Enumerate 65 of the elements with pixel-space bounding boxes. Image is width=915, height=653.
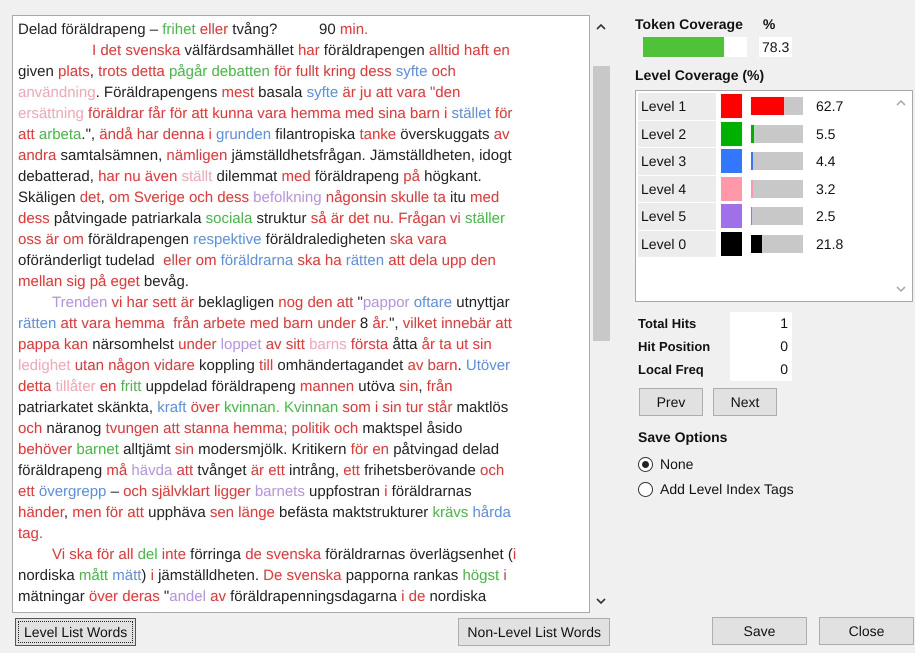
scroll-thumb[interactable] (592, 66, 610, 341)
text-line: och näranog tvungen att stanna hemma; politik och maktspel åsido (18, 419, 462, 439)
text-line: föräldrapeng må hävda att tvånget är ett intrång, ett frihetsberövande och (18, 461, 504, 481)
text-line: pappa kan närsomhelst under loppet av sitt barns första åtta år ta ut sin (18, 335, 492, 355)
token-coverage-value: 78.3 (759, 37, 792, 57)
level-value: 62.7 (816, 98, 844, 114)
level-coverage-title: Level Coverage (%) (635, 67, 764, 83)
dialog-button[interactable]: Save (712, 617, 807, 645)
text-line: I det svenska välfärdsamhället har föräldrapengen alltid haft en (91, 41, 510, 61)
text-line: rätten att vara hemma från arbete med barn under 8 år.", vilket innebär att (18, 314, 512, 334)
stat-label: Total Hits (638, 315, 698, 333)
token-coverage-title: Token Coverage (635, 16, 743, 32)
text-line: tag. (18, 524, 44, 544)
level-label: Level 3 (638, 148, 716, 174)
text-line: mätningar över deras "andel av föräldrapenningsdagarna i de nordiska (18, 587, 486, 607)
level-value: 5.5 (816, 126, 836, 142)
level-value: 3.2 (816, 180, 836, 197)
text-line: given plats, trots detta pågår debatten för fullt kring dess syfte och (18, 62, 456, 82)
radio-button[interactable] (638, 456, 653, 472)
save-option[interactable]: Add Level Index Tags (638, 481, 915, 497)
text-line: ersättning föräldrar får för att kunna vara hemma med sina barn i stället för (18, 104, 512, 124)
text-line: Skäligen det, om Sverige och dess befolkning någonsin skulle ta itu med (18, 188, 500, 208)
dialog-button[interactable]: Close (819, 617, 914, 645)
text-line: detta tillåter en fritt uppdelad föräldrapeng mannen utöva sin, från (18, 377, 453, 397)
text-line: andra samtalsämnen, nämligen jämställdhetsfrågan. Jämställdheten, idogt (18, 146, 512, 166)
text-line: patriarkatet skänkta, kraft över kvinnan. Kvinnan som i sin tur står maktlös (18, 398, 508, 418)
list-words-button[interactable]: Non-Level List Words (458, 618, 610, 646)
text-line: mellan sig på eget bevåg. (18, 272, 189, 292)
level-label: Level 5 (638, 203, 716, 230)
text-line: ledighet utan någon vidare koppling till omhändertagandet av barn. Utöver (18, 356, 510, 376)
text-line: Vi ska för all del inte förringa de svenska föräldrarnas överlägsenhet (i (51, 545, 516, 565)
stat-label: Hit Position (638, 338, 712, 356)
radio-button[interactable] (638, 482, 653, 496)
stat-value: 1 (730, 312, 792, 335)
text-line: oss är om föräldrapengen respektive föräldraledigheten ska vara (18, 230, 447, 250)
text-line: att arbeta.", ändå har denna i grunden filantropiska tanke överskuggats av (18, 125, 510, 145)
text-line: nordiska mått mätt) i jämställdheten. De svenska papporna rankas högst i (18, 566, 507, 586)
level-label: Level 2 (638, 120, 716, 147)
text-line: händer, men för att upphäva sen länge befästa maktstrukturer krävs hårda (18, 503, 511, 523)
stat-label: Local Freq (638, 361, 705, 379)
nav-button[interactable]: Prev (639, 388, 703, 416)
nav-button[interactable]: Next (713, 388, 777, 416)
scroll-down-icon[interactable] (596, 597, 606, 605)
text-line: Delad föräldrapeng – frihet eller tvång? 90 min. (18, 20, 368, 40)
level-label: Level 0 (638, 230, 716, 257)
stat-value: 0 (730, 335, 792, 358)
scroll-up-icon[interactable] (596, 23, 606, 31)
text-line: debatterad, har nu även ställt dilemmat med föräldrapeng på högkant. (18, 167, 482, 187)
level-label: Level 1 (638, 93, 716, 120)
level-label: Level 4 (638, 176, 716, 202)
text-line: användning. Föräldrapengens mest basala syfte är ju att vara "den (18, 83, 460, 103)
text-line: Trenden vi har sett är beklagligen nog den att "pappor oftare utnyttjar (51, 293, 510, 313)
text-line: dess påtvingade patriarkala sociala struktur så är det nu. Frågan vi ställer (18, 209, 505, 229)
stat-value: 0 (730, 358, 792, 381)
level-value: 21.8 (816, 236, 844, 252)
text-line: oföränderligt tudelad eller om föräldrarna ska ha rätten att dela upp den (18, 251, 496, 271)
text-area[interactable] (12, 15, 590, 613)
text-line: behöver barnet alltjämt sin modersmjölk. Kritikern för en påtvingad delad (18, 440, 500, 460)
level-value: 4.4 (816, 153, 836, 170)
save-option[interactable]: None (638, 456, 915, 472)
percent-label: % (762, 16, 776, 32)
text-line: ett övergrepp – och självklart ligger barnets uppfostran i föräldrarnas (18, 482, 472, 502)
save-options-title: Save Options (638, 429, 728, 445)
level-value: 2.5 (816, 208, 836, 224)
list-words-button[interactable]: Level List Words (15, 618, 136, 646)
